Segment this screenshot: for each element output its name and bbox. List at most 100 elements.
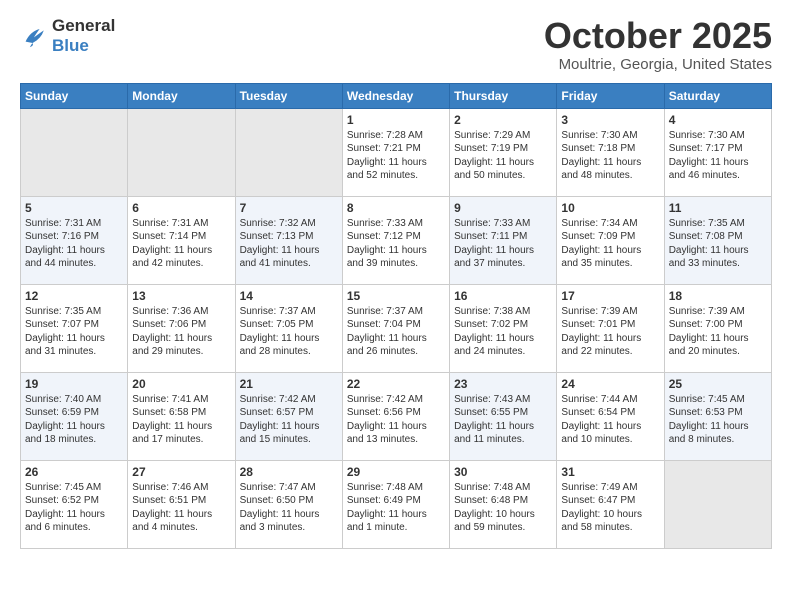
calendar-cell: 17 Sunrise: 7:39 AM Sunset: 7:01 PM Dayli… xyxy=(557,284,664,372)
cell-content: Sunrise: 7:35 AM Sunset: 7:07 PM Dayligh… xyxy=(25,305,123,359)
calendar-header-row: SundayMondayTuesdayWednesdayThursdayFrid… xyxy=(21,83,772,108)
day-number: 30 xyxy=(454,465,552,479)
day-number: 1 xyxy=(347,113,445,127)
calendar-cell: 31Sunrise: 7:49 AM Sunset: 6:47 PM Dayli… xyxy=(557,460,664,548)
calendar-cell: 7 Sunrise: 7:32 AM Sunset: 7:13 PM Daylig… xyxy=(235,196,342,284)
day-number: 28 xyxy=(240,465,338,479)
header-thursday: Thursday xyxy=(450,83,557,108)
day-number: 26 xyxy=(25,465,123,479)
cell-content: Sunrise: 7:43 AM Sunset: 6:55 PM Dayligh… xyxy=(454,393,552,447)
day-number: 10 xyxy=(561,201,659,215)
cell-content: Sunrise: 7:41 AM Sunset: 6:58 PM Dayligh… xyxy=(132,393,230,447)
header-tuesday: Tuesday xyxy=(235,83,342,108)
cell-content: Sunrise: 7:44 AM Sunset: 6:54 PM Dayligh… xyxy=(561,393,659,447)
calendar-cell: 15 Sunrise: 7:37 AM Sunset: 7:04 PM Dayli… xyxy=(342,284,449,372)
cell-content: Sunrise: 7:33 AM Sunset: 7:11 PM Dayligh… xyxy=(454,217,552,271)
calendar-cell: 27 Sunrise: 7:46 AM Sunset: 6:51 PM Dayli… xyxy=(128,460,235,548)
cell-content: Sunrise: 7:37 AM Sunset: 7:05 PM Dayligh… xyxy=(240,305,338,359)
day-number: 29 xyxy=(347,465,445,479)
cell-content: Sunrise: 7:33 AM Sunset: 7:12 PM Dayligh… xyxy=(347,217,445,271)
header-friday: Friday xyxy=(557,83,664,108)
calendar-cell xyxy=(664,460,771,548)
cell-content: Sunrise: 7:45 AM Sunset: 6:53 PM Dayligh… xyxy=(669,393,767,447)
cell-content: Sunrise: 7:32 AM Sunset: 7:13 PM Dayligh… xyxy=(240,217,338,271)
calendar-cell: 23 Sunrise: 7:43 AM Sunset: 6:55 PM Dayli… xyxy=(450,372,557,460)
calendar-cell: 29 Sunrise: 7:48 AM Sunset: 6:49 PM Dayli… xyxy=(342,460,449,548)
day-number: 4 xyxy=(669,113,767,127)
day-number: 18 xyxy=(669,289,767,303)
calendar-cell: 22Sunrise: 7:42 AM Sunset: 6:56 PM Dayli… xyxy=(342,372,449,460)
logo-text: General Blue xyxy=(52,16,115,55)
day-number: 25 xyxy=(669,377,767,391)
calendar-cell: 5 Sunrise: 7:31 AM Sunset: 7:16 PM Daylig… xyxy=(21,196,128,284)
calendar-cell xyxy=(235,108,342,196)
header-wednesday: Wednesday xyxy=(342,83,449,108)
calendar-row: 26 Sunrise: 7:45 AM Sunset: 6:52 PM Dayli… xyxy=(21,460,772,548)
header-saturday: Saturday xyxy=(664,83,771,108)
day-number: 17 xyxy=(561,289,659,303)
cell-content: Sunrise: 7:48 AM Sunset: 6:49 PM Dayligh… xyxy=(347,481,445,535)
cell-content: Sunrise: 7:31 AM Sunset: 7:16 PM Dayligh… xyxy=(25,217,123,271)
cell-content: Sunrise: 7:38 AM Sunset: 7:02 PM Dayligh… xyxy=(454,305,552,359)
calendar-cell: 16 Sunrise: 7:38 AM Sunset: 7:02 PM Dayli… xyxy=(450,284,557,372)
cell-content: Sunrise: 7:49 AM Sunset: 6:47 PM Dayligh… xyxy=(561,481,659,535)
calendar-cell: 8Sunrise: 7:33 AM Sunset: 7:12 PM Daylig… xyxy=(342,196,449,284)
cell-content: Sunrise: 7:31 AM Sunset: 7:14 PM Dayligh… xyxy=(132,217,230,271)
month-title: October 2025 xyxy=(544,16,772,56)
calendar-cell: 26 Sunrise: 7:45 AM Sunset: 6:52 PM Dayli… xyxy=(21,460,128,548)
calendar-row: 1Sunrise: 7:28 AM Sunset: 7:21 PM Daylig… xyxy=(21,108,772,196)
cell-content: Sunrise: 7:34 AM Sunset: 7:09 PM Dayligh… xyxy=(561,217,659,271)
subtitle: Moultrie, Georgia, United States xyxy=(544,56,772,73)
calendar-cell: 6 Sunrise: 7:31 AM Sunset: 7:14 PM Daylig… xyxy=(128,196,235,284)
header-sunday: Sunday xyxy=(21,83,128,108)
day-number: 24 xyxy=(561,377,659,391)
day-number: 7 xyxy=(240,201,338,215)
day-number: 15 xyxy=(347,289,445,303)
calendar-row: 12 Sunrise: 7:35 AM Sunset: 7:07 PM Dayli… xyxy=(21,284,772,372)
day-number: 6 xyxy=(132,201,230,215)
day-number: 27 xyxy=(132,465,230,479)
day-number: 23 xyxy=(454,377,552,391)
calendar-cell: 13 Sunrise: 7:36 AM Sunset: 7:06 PM Dayli… xyxy=(128,284,235,372)
day-number: 16 xyxy=(454,289,552,303)
title-area: October 2025 Moultrie, Georgia, United S… xyxy=(544,16,772,73)
calendar-table: SundayMondayTuesdayWednesdayThursdayFrid… xyxy=(20,83,772,549)
cell-content: Sunrise: 7:37 AM Sunset: 7:04 PM Dayligh… xyxy=(347,305,445,359)
cell-content: Sunrise: 7:46 AM Sunset: 6:51 PM Dayligh… xyxy=(132,481,230,535)
day-number: 21 xyxy=(240,377,338,391)
calendar-cell: 2Sunrise: 7:29 AM Sunset: 7:19 PM Daylig… xyxy=(450,108,557,196)
calendar-cell: 3Sunrise: 7:30 AM Sunset: 7:18 PM Daylig… xyxy=(557,108,664,196)
day-number: 13 xyxy=(132,289,230,303)
calendar-cell: 11Sunrise: 7:35 AM Sunset: 7:08 PM Dayli… xyxy=(664,196,771,284)
cell-content: Sunrise: 7:47 AM Sunset: 6:50 PM Dayligh… xyxy=(240,481,338,535)
day-number: 11 xyxy=(669,201,767,215)
cell-content: Sunrise: 7:45 AM Sunset: 6:52 PM Dayligh… xyxy=(25,481,123,535)
calendar-cell xyxy=(21,108,128,196)
day-number: 22 xyxy=(347,377,445,391)
calendar-cell: 21 Sunrise: 7:42 AM Sunset: 6:57 PM Dayli… xyxy=(235,372,342,460)
cell-content: Sunrise: 7:39 AM Sunset: 7:00 PM Dayligh… xyxy=(669,305,767,359)
calendar-cell: 9Sunrise: 7:33 AM Sunset: 7:11 PM Daylig… xyxy=(450,196,557,284)
day-number: 20 xyxy=(132,377,230,391)
day-number: 12 xyxy=(25,289,123,303)
calendar-cell: 20 Sunrise: 7:41 AM Sunset: 6:58 PM Dayli… xyxy=(128,372,235,460)
header-monday: Monday xyxy=(128,83,235,108)
calendar-cell: 1Sunrise: 7:28 AM Sunset: 7:21 PM Daylig… xyxy=(342,108,449,196)
calendar-cell: 14Sunrise: 7:37 AM Sunset: 7:05 PM Dayli… xyxy=(235,284,342,372)
cell-content: Sunrise: 7:39 AM Sunset: 7:01 PM Dayligh… xyxy=(561,305,659,359)
page: General Blue October 2025 Moultrie, Geor… xyxy=(0,0,792,565)
calendar-row: 5 Sunrise: 7:31 AM Sunset: 7:16 PM Daylig… xyxy=(21,196,772,284)
calendar-cell: 4 Sunrise: 7:30 AM Sunset: 7:17 PM Daylig… xyxy=(664,108,771,196)
calendar-cell: 25 Sunrise: 7:45 AM Sunset: 6:53 PM Dayli… xyxy=(664,372,771,460)
logo: General Blue xyxy=(20,16,115,55)
cell-content: Sunrise: 7:40 AM Sunset: 6:59 PM Dayligh… xyxy=(25,393,123,447)
cell-content: Sunrise: 7:48 AM Sunset: 6:48 PM Dayligh… xyxy=(454,481,552,535)
cell-content: Sunrise: 7:30 AM Sunset: 7:17 PM Dayligh… xyxy=(669,129,767,183)
cell-content: Sunrise: 7:42 AM Sunset: 6:57 PM Dayligh… xyxy=(240,393,338,447)
day-number: 5 xyxy=(25,201,123,215)
day-number: 19 xyxy=(25,377,123,391)
calendar-cell xyxy=(128,108,235,196)
cell-content: Sunrise: 7:36 AM Sunset: 7:06 PM Dayligh… xyxy=(132,305,230,359)
cell-content: Sunrise: 7:29 AM Sunset: 7:19 PM Dayligh… xyxy=(454,129,552,183)
calendar-cell: 18 Sunrise: 7:39 AM Sunset: 7:00 PM Dayli… xyxy=(664,284,771,372)
